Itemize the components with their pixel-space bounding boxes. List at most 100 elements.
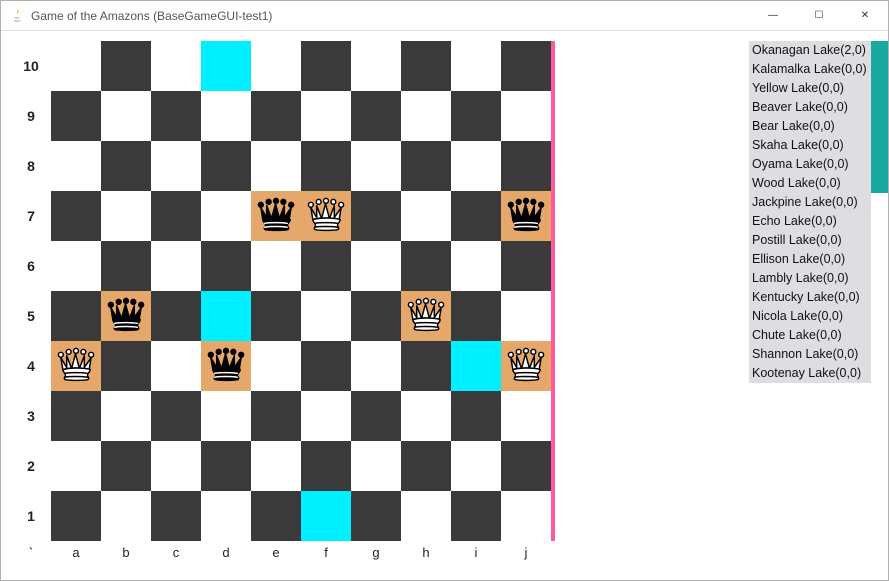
board-square[interactable]	[251, 241, 301, 291]
board-square[interactable]	[401, 241, 451, 291]
board-square[interactable]	[251, 291, 301, 341]
board-square[interactable]	[101, 41, 151, 91]
board-square[interactable]	[201, 241, 251, 291]
board-square[interactable]	[101, 141, 151, 191]
board-square[interactable]	[501, 441, 551, 491]
room-item[interactable]: Chute Lake(0,0)	[749, 326, 871, 345]
room-item[interactable]: Kootenay Lake(0,0)	[749, 364, 871, 383]
board-square[interactable]	[501, 41, 551, 91]
board-square[interactable]	[101, 341, 151, 391]
room-list[interactable]: Okanagan Lake(2,0)Kalamalka Lake(0,0)Yel…	[749, 41, 871, 383]
board-square[interactable]	[201, 491, 251, 541]
room-item[interactable]: Ellison Lake(0,0)	[749, 250, 871, 269]
board-square[interactable]	[51, 41, 101, 91]
board-square[interactable]	[201, 391, 251, 441]
board-square[interactable]	[351, 141, 401, 191]
room-item[interactable]: Kalamalka Lake(0,0)	[749, 60, 871, 79]
board-square[interactable]	[51, 241, 101, 291]
board-square[interactable]	[201, 441, 251, 491]
board-square[interactable]	[151, 291, 201, 341]
board-square[interactable]	[301, 241, 351, 291]
board-square[interactable]	[101, 291, 151, 341]
board-square[interactable]	[401, 91, 451, 141]
board-square[interactable]	[51, 341, 101, 391]
minimize-button[interactable]: —	[750, 1, 796, 30]
board-square[interactable]	[351, 291, 401, 341]
board-square[interactable]	[151, 91, 201, 141]
board-square[interactable]	[451, 391, 501, 441]
board-square[interactable]	[401, 191, 451, 241]
board-square[interactable]	[101, 91, 151, 141]
maximize-button[interactable]: ☐	[796, 1, 842, 30]
board-square[interactable]	[251, 441, 301, 491]
board-square[interactable]	[201, 291, 251, 341]
board-square[interactable]	[151, 141, 201, 191]
board-square[interactable]	[351, 491, 401, 541]
board-square[interactable]	[151, 191, 201, 241]
board-square[interactable]	[451, 341, 501, 391]
board-square[interactable]	[201, 191, 251, 241]
white-queen-icon[interactable]	[304, 194, 348, 238]
board-square[interactable]	[501, 141, 551, 191]
board-square[interactable]	[51, 91, 101, 141]
board-square[interactable]	[451, 191, 501, 241]
board-square[interactable]	[51, 191, 101, 241]
board-square[interactable]	[401, 291, 451, 341]
board-square[interactable]	[301, 41, 351, 91]
room-item[interactable]: Shannon Lake(0,0)	[749, 345, 871, 364]
board-square[interactable]	[51, 391, 101, 441]
room-item[interactable]: Yellow Lake(0,0)	[749, 79, 871, 98]
board-square[interactable]	[451, 91, 501, 141]
board-square[interactable]	[451, 491, 501, 541]
room-item[interactable]: Postill Lake(0,0)	[749, 231, 871, 250]
board-square[interactable]	[301, 141, 351, 191]
room-item[interactable]: Lambly Lake(0,0)	[749, 269, 871, 288]
game-board[interactable]: 10987654321`abcdefghij	[11, 41, 555, 571]
board-square[interactable]	[201, 91, 251, 141]
black-queen-icon[interactable]	[504, 194, 548, 238]
board-square[interactable]	[51, 491, 101, 541]
room-item[interactable]: Okanagan Lake(2,0)	[749, 41, 871, 60]
board-square[interactable]	[501, 191, 551, 241]
board-square[interactable]	[401, 341, 451, 391]
board-square[interactable]	[251, 341, 301, 391]
board-square[interactable]	[151, 491, 201, 541]
black-queen-icon[interactable]	[104, 294, 148, 338]
board-square[interactable]	[251, 191, 301, 241]
board-square[interactable]	[401, 391, 451, 441]
white-queen-icon[interactable]	[54, 344, 98, 388]
board-square[interactable]	[251, 141, 301, 191]
board-square[interactable]	[301, 341, 351, 391]
room-item[interactable]: Kentucky Lake(0,0)	[749, 288, 871, 307]
board-square[interactable]	[451, 291, 501, 341]
board-square[interactable]	[51, 441, 101, 491]
close-button[interactable]: ✕	[842, 1, 888, 30]
board-square[interactable]	[101, 491, 151, 541]
board-square[interactable]	[151, 41, 201, 91]
board-square[interactable]	[351, 191, 401, 241]
board-square[interactable]	[501, 491, 551, 541]
room-item[interactable]: Echo Lake(0,0)	[749, 212, 871, 231]
board-square[interactable]	[501, 291, 551, 341]
board-square[interactable]	[351, 41, 401, 91]
white-queen-icon[interactable]	[504, 344, 548, 388]
board-square[interactable]	[301, 391, 351, 441]
board-square[interactable]	[101, 441, 151, 491]
board-square[interactable]	[301, 491, 351, 541]
board-square[interactable]	[151, 241, 201, 291]
board-square[interactable]	[351, 391, 401, 441]
board-square[interactable]	[301, 291, 351, 341]
board-square[interactable]	[501, 391, 551, 441]
board-square[interactable]	[451, 241, 501, 291]
board-square[interactable]	[301, 91, 351, 141]
board-square[interactable]	[301, 191, 351, 241]
room-item[interactable]: Nicola Lake(0,0)	[749, 307, 871, 326]
board-square[interactable]	[101, 241, 151, 291]
board-square[interactable]	[451, 141, 501, 191]
board-square[interactable]	[151, 391, 201, 441]
white-queen-icon[interactable]	[404, 294, 448, 338]
board-square[interactable]	[151, 441, 201, 491]
board-square[interactable]	[451, 41, 501, 91]
board-square[interactable]	[201, 141, 251, 191]
board-square[interactable]	[501, 91, 551, 141]
